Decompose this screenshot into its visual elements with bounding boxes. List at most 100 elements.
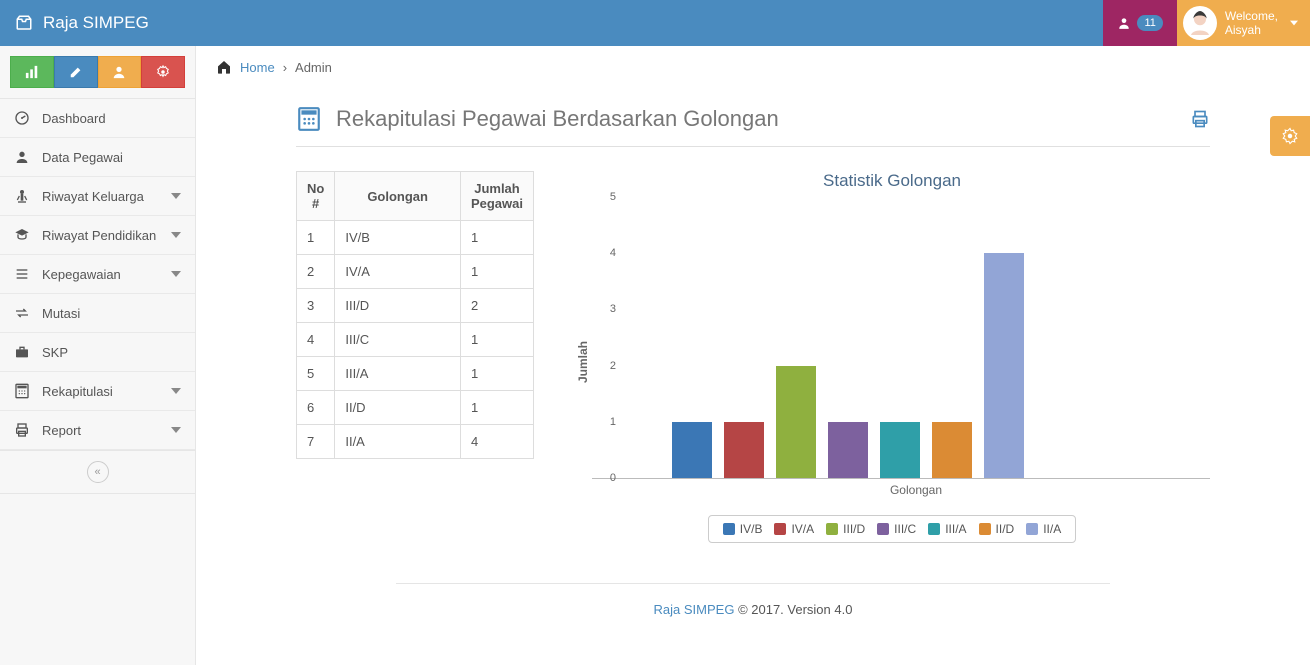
sidebar-item-riwayat-keluarga[interactable]: Riwayat Keluarga — [0, 177, 195, 216]
sidebar-icon — [14, 422, 34, 438]
legend-item[interactable]: IV/B — [723, 522, 763, 536]
sidebar-item-label: Riwayat Pendidikan — [42, 228, 156, 243]
chart-title: Statistik Golongan — [574, 171, 1210, 191]
chevron-down-icon — [171, 191, 181, 201]
legend-swatch — [928, 523, 940, 535]
sidebar-collapse-button[interactable]: « — [0, 450, 195, 494]
chart-xlabel: Golongan — [622, 483, 1210, 497]
legend-item[interactable]: III/A — [928, 522, 966, 536]
legend-label: II/A — [1043, 522, 1061, 536]
top-navbar: Raja SIMPEG 11 Welcome, Aisyah — [0, 0, 1310, 46]
brand-text: Raja SIMPEG — [43, 13, 149, 33]
legend-item[interactable]: III/C — [877, 522, 916, 536]
sidebar-item-data-pegawai[interactable]: Data Pegawai — [0, 138, 195, 177]
user-name: Aisyah — [1225, 23, 1278, 37]
sidebar-item-label: Riwayat Keluarga — [42, 189, 144, 204]
sidebar-item-skp[interactable]: SKP — [0, 333, 195, 372]
brand[interactable]: Raja SIMPEG — [0, 13, 164, 33]
chevron-down-icon — [171, 425, 181, 435]
quick-stats-button[interactable] — [10, 56, 54, 88]
th-jumlah: Jumlah Pegawai — [460, 172, 533, 221]
table-row: 5III/A1 — [297, 357, 534, 391]
calculator-icon — [296, 106, 322, 132]
breadcrumb-sep: › — [283, 60, 287, 75]
chart-bar[interactable] — [724, 422, 764, 478]
sidebar-item-label: Rekapitulasi — [42, 384, 113, 399]
sidebar-item-label: Mutasi — [42, 306, 80, 321]
sidebar-item-report[interactable]: Report — [0, 411, 195, 450]
legend-label: III/A — [945, 522, 966, 536]
footer-text: © 2017. Version 4.0 — [734, 602, 852, 617]
sidebar-icon — [14, 227, 34, 243]
legend-label: IV/B — [740, 522, 763, 536]
quick-user-button[interactable] — [98, 56, 142, 88]
legend-item[interactable]: III/D — [826, 522, 865, 536]
breadcrumb: Home › Admin — [196, 46, 1310, 88]
sidebar: Dashboard Data Pegawai Riwayat Keluarga Riw… — [0, 46, 196, 665]
sidebar-item-label: Data Pegawai — [42, 150, 123, 165]
sidebar-icon — [14, 344, 34, 360]
user-icon — [1117, 16, 1131, 30]
chevron-down-icon — [171, 230, 181, 240]
avatar — [1183, 6, 1217, 40]
footer: Raja SIMPEG © 2017. Version 4.0 — [396, 583, 1110, 635]
legend-label: II/D — [996, 522, 1015, 536]
chart-bar[interactable] — [672, 422, 712, 478]
main-area: Home › Admin Rekapitulasi Pegawai Berdas… — [196, 46, 1310, 665]
chevron-down-icon — [171, 269, 181, 279]
golongan-chart: Statistik Golongan Jumlah 012345 Golonga… — [574, 171, 1210, 543]
sidebar-item-mutasi[interactable]: Mutasi — [0, 294, 195, 333]
legend-item[interactable]: II/D — [979, 522, 1015, 536]
chart-ylabel: Jumlah — [574, 197, 592, 497]
breadcrumb-home[interactable]: Home — [240, 60, 275, 75]
chart-bar[interactable] — [776, 366, 816, 478]
legend-swatch — [774, 523, 786, 535]
settings-float-button[interactable] — [1270, 116, 1310, 156]
sidebar-icon — [14, 383, 34, 399]
chevron-down-icon — [171, 386, 181, 396]
welcome-label: Welcome, — [1225, 9, 1278, 23]
legend-item[interactable]: II/A — [1026, 522, 1061, 536]
inbox-icon — [15, 14, 33, 32]
notification-badge: 11 — [1137, 15, 1162, 31]
sidebar-item-label: Kepegawaian — [42, 267, 121, 282]
sidebar-item-rekapitulasi[interactable]: Rekapitulasi — [0, 372, 195, 411]
sidebar-icon — [14, 110, 34, 126]
th-golongan: Golongan — [335, 172, 461, 221]
legend-swatch — [826, 523, 838, 535]
th-no: No # — [297, 172, 335, 221]
table-row: 4III/C1 — [297, 323, 534, 357]
table-row: 7II/A4 — [297, 425, 534, 459]
table-row: 3III/D2 — [297, 289, 534, 323]
legend-item[interactable]: IV/A — [774, 522, 814, 536]
sidebar-icon — [14, 266, 34, 282]
sidebar-item-label: Report — [42, 423, 81, 438]
chart-bar[interactable] — [932, 422, 972, 478]
table-row: 2IV/A1 — [297, 255, 534, 289]
golongan-table: No # Golongan Jumlah Pegawai 1IV/B12IV/A… — [296, 171, 534, 459]
caret-down-icon — [1290, 19, 1298, 27]
chart-bar[interactable] — [984, 253, 1024, 478]
table-row: 1IV/B1 — [297, 221, 534, 255]
sidebar-icon — [14, 305, 34, 321]
sidebar-item-kepegawaian[interactable]: Kepegawaian — [0, 255, 195, 294]
sidebar-icon — [14, 149, 34, 165]
footer-brand[interactable]: Raja SIMPEG — [654, 602, 735, 617]
sidebar-item-dashboard[interactable]: Dashboard — [0, 99, 195, 138]
user-menu[interactable]: Welcome, Aisyah — [1177, 0, 1310, 46]
legend-label: IV/A — [791, 522, 814, 536]
chart-legend: IV/B IV/A III/D III/C III/A II/D II/A — [708, 515, 1076, 543]
print-button[interactable] — [1190, 109, 1210, 129]
sidebar-icon — [14, 188, 34, 204]
notification-button[interactable]: 11 — [1103, 0, 1176, 46]
legend-label: III/D — [843, 522, 865, 536]
quick-settings-button[interactable] — [141, 56, 185, 88]
table-row: 6II/D1 — [297, 391, 534, 425]
home-icon — [216, 59, 232, 75]
page-title: Rekapitulasi Pegawai Berdasarkan Golonga… — [336, 106, 779, 132]
chart-bar[interactable] — [828, 422, 868, 478]
breadcrumb-current: Admin — [295, 60, 332, 75]
chart-bar[interactable] — [880, 422, 920, 478]
quick-edit-button[interactable] — [54, 56, 98, 88]
sidebar-item-riwayat-pendidikan[interactable]: Riwayat Pendidikan — [0, 216, 195, 255]
